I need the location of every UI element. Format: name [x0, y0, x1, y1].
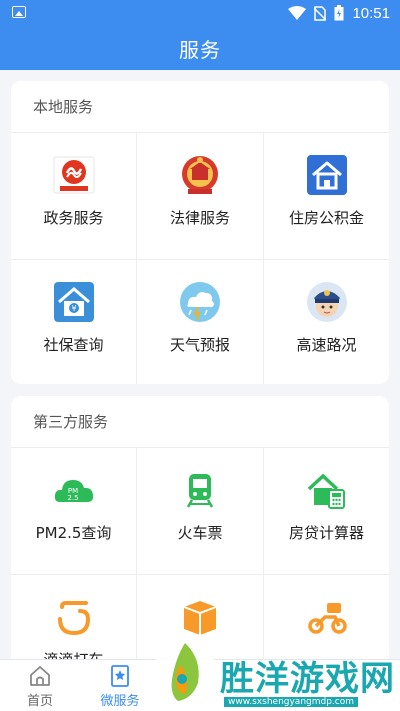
battery-icon: [334, 5, 344, 21]
service-label: 房贷计算器: [288, 524, 364, 542]
clock: 10:51: [352, 4, 390, 22]
status-icons: 10:51: [288, 3, 390, 23]
no-sim-icon: [314, 5, 327, 21]
watermark-text: 胜洋游戏网: [220, 659, 395, 699]
service-label: PM2.5查询: [35, 524, 112, 542]
mortgage-calculator-icon: [305, 468, 349, 512]
service-mortgage-calculator[interactable]: 房贷计算器: [264, 448, 389, 574]
local-services-card: 本地服务 政务服务 法律服务 住房公积金 ¥ 社保查询 天气预报 高速路况: [11, 81, 389, 384]
pm25-cloud-icon: PM 2.5: [52, 468, 96, 512]
wifi-icon: [288, 6, 307, 20]
service-label: 高速路况: [296, 336, 357, 354]
app-bar: 服务: [0, 26, 400, 70]
section-title: 第三方服务: [11, 396, 389, 448]
court-emblem-icon: [178, 153, 222, 197]
home-icon: [30, 665, 50, 686]
service-legal[interactable]: 法律服务: [137, 133, 263, 259]
watermark-url: www.sxshengyangmdp.com: [224, 697, 359, 707]
service-label: 社保查询: [43, 336, 104, 354]
image-notification-icon: [12, 6, 26, 18]
svg-text:2.5: 2.5: [67, 494, 78, 502]
status-bar: 10:51: [0, 0, 400, 26]
weather-icon: [178, 280, 222, 324]
service-train-ticket[interactable]: 火车票: [137, 448, 263, 574]
watermark-logo-icon: [153, 640, 217, 704]
service-label: 法律服务: [169, 209, 230, 227]
traffic-police-icon: [305, 280, 349, 324]
service-housing-fund[interactable]: 住房公积金: [264, 133, 389, 259]
service-label: 住房公积金: [288, 209, 364, 227]
government-logo-icon: [52, 153, 96, 197]
service-label: 政务服务: [43, 209, 104, 227]
house-fund-icon: [305, 153, 349, 197]
service-government[interactable]: 政务服务: [11, 133, 136, 259]
star-bookmark-icon: [111, 664, 129, 687]
social-security-icon: ¥: [52, 280, 96, 324]
service-weather[interactable]: 天气预报: [137, 260, 263, 384]
train-icon: [178, 468, 222, 512]
page-title: 服务: [179, 37, 221, 62]
service-pm25[interactable]: PM 2.5 PM2.5查询: [11, 448, 136, 574]
svg-text:¥: ¥: [71, 304, 76, 313]
service-label: 火车票: [177, 524, 223, 542]
nav-services-label: 微服务: [100, 693, 140, 709]
section-title: 本地服务: [11, 81, 389, 133]
didi-icon: [52, 595, 96, 639]
watermark: 胜洋游戏网 www.sxshengyangmdp.com: [150, 633, 400, 711]
nav-home[interactable]: 首页: [0, 660, 80, 711]
service-social-security[interactable]: ¥ 社保查询: [11, 260, 136, 384]
nav-home-label: 首页: [26, 693, 53, 709]
nav-services[interactable]: 微服务: [80, 660, 160, 711]
service-label: 天气预报: [169, 336, 230, 354]
service-highway[interactable]: 高速路况: [264, 260, 389, 384]
